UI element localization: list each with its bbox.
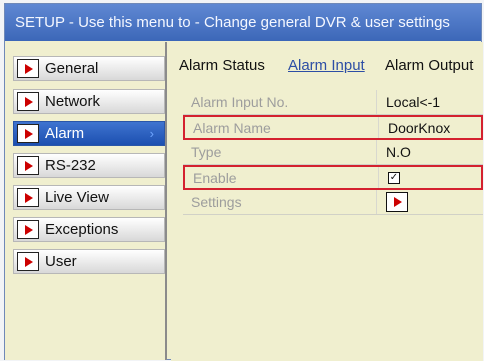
sidebar-item-user[interactable]: User	[13, 249, 165, 274]
alarm-name-row: Alarm Name DoorKnox	[183, 115, 483, 140]
red-arrow-icon	[17, 124, 39, 143]
window-title: SETUP - Use this menu to - Change genera…	[5, 4, 481, 41]
alarm-input-number-value[interactable]: Local<-1	[377, 90, 483, 114]
alarm-name-label: Alarm Name	[185, 117, 379, 138]
alarm-input-number-row: Alarm Input No. Local<-1	[183, 90, 483, 115]
sidebar-item-label: Alarm	[45, 125, 85, 142]
tab-alarm-input[interactable]: Alarm Input	[288, 57, 365, 74]
sidebar-item-rs-232[interactable]: RS-232	[13, 153, 165, 178]
red-arrow-icon	[17, 92, 39, 111]
sidebar-item-general[interactable]: General	[13, 56, 165, 81]
tab-alarm-output[interactable]: Alarm Output	[385, 57, 473, 74]
red-arrow-icon	[17, 252, 39, 271]
red-arrow-icon	[17, 156, 39, 175]
enable-checkbox-cell[interactable]: ✓	[379, 167, 484, 188]
selected-caret-icon: ›	[149, 126, 154, 141]
settings-button-cell[interactable]	[377, 190, 483, 214]
enable-row: Enable ✓	[183, 165, 483, 190]
type-row: Type N.O	[183, 140, 483, 165]
red-arrow-icon	[17, 59, 39, 78]
sidebar-item-label: RS-232	[45, 157, 96, 174]
settings-row: Settings	[183, 190, 483, 215]
sidebar-item-label: Exceptions	[45, 221, 119, 238]
sidebar-item-exceptions[interactable]: Exceptions	[13, 217, 165, 242]
settings-label: Settings	[183, 190, 377, 214]
red-arrow-icon	[17, 220, 39, 239]
sidebar-item-label: General	[45, 60, 99, 77]
type-label: Type	[183, 140, 377, 164]
sidebar-item-network[interactable]: Network	[13, 89, 165, 114]
alarm-settings-panel: Alarm Status Alarm Input Alarm Output Al…	[171, 42, 483, 361]
sidebar-item-label: Network	[45, 93, 101, 110]
settings-arrow-icon[interactable]	[386, 192, 408, 212]
sidebar-item-label: User	[45, 253, 77, 270]
type-value[interactable]: N.O	[377, 140, 483, 164]
sidebar-item-label: Live View	[45, 189, 109, 206]
dvr-setup-window: SETUP - Use this menu to - Change genera…	[4, 3, 483, 361]
sidebar-item-alarm[interactable]: Alarm ›	[13, 121, 165, 146]
setup-sidebar: General Network Alarm › RS-232 Live View…	[5, 42, 167, 360]
alarm-tabs: Alarm Status Alarm Input Alarm Output	[171, 42, 483, 76]
enable-label: Enable	[185, 167, 379, 188]
red-arrow-icon	[17, 188, 39, 207]
alarm-input-number-label: Alarm Input No.	[183, 90, 377, 114]
sidebar-item-live-view[interactable]: Live View	[13, 185, 165, 210]
enable-checkbox[interactable]: ✓	[388, 171, 400, 184]
alarm-name-input[interactable]: DoorKnox	[379, 117, 484, 138]
tab-alarm-status[interactable]: Alarm Status	[179, 57, 265, 74]
